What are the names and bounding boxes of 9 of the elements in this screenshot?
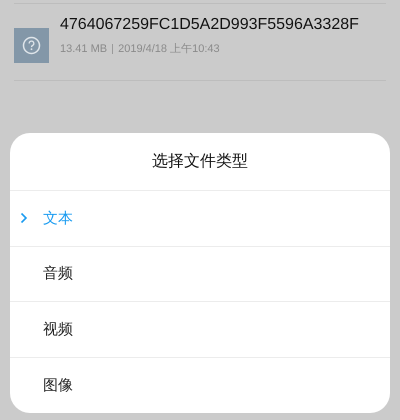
file-type-option[interactable]: 视频 bbox=[10, 302, 390, 358]
chevron-icon bbox=[20, 212, 28, 224]
file-size: 13.41 MB bbox=[60, 42, 108, 54]
unknown-file-icon bbox=[14, 28, 49, 63]
file-date: 2019/4/18 上午10:43 bbox=[118, 42, 220, 56]
file-type-option[interactable]: 音频 bbox=[10, 246, 390, 302]
file-type-option[interactable]: 图像 bbox=[10, 358, 390, 413]
file-name: 4764067259FC1D5A2D993F5596A3328F bbox=[60, 15, 360, 35]
sheet-title: 选择文件类型 bbox=[10, 133, 390, 191]
